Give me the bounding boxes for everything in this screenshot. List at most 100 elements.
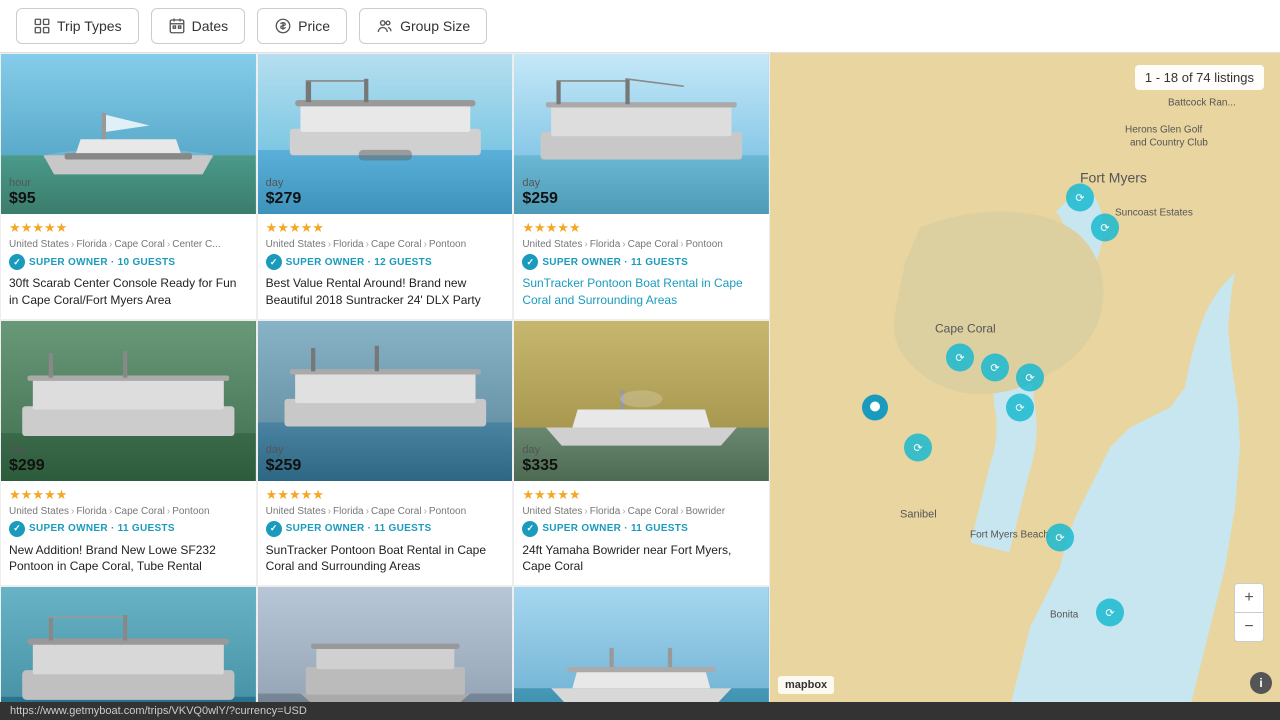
toolbar: Trip Types Dates Price Group Size	[0, 0, 1280, 53]
svg-text:⟳: ⟳	[955, 353, 964, 365]
price-2: $279	[266, 190, 302, 208]
listing-title-1: 30ft Scarab Center Console Ready for Fun…	[9, 275, 248, 309]
svg-text:⟳: ⟳	[1075, 193, 1084, 205]
listing-info-1: ★★★★★ United States›Florida›Cape Coral›C…	[1, 214, 256, 319]
owner-text-4: SUPER OWNER · 11 GUESTS	[29, 523, 175, 534]
map-zoom-controls: + −	[1234, 583, 1264, 642]
svg-text:and Country Club: and Country Club	[1130, 138, 1208, 149]
dates-icon	[168, 17, 186, 35]
listing-info-6: ★★★★★ United States›Florida›Cape Coral›B…	[514, 481, 769, 586]
listing-card-8[interactable]: week $1,750 ★★★★★ United States›Florida›…	[257, 586, 514, 702]
listing-image-8	[258, 587, 513, 702]
owner-badge-4: ✓ SUPER OWNER · 11 GUESTS	[9, 521, 248, 537]
breadcrumb-1: United States›Florida›Cape Coral›Center …	[9, 239, 248, 250]
period-2: day	[266, 177, 302, 189]
listing-image-7	[1, 587, 256, 702]
breadcrumb-2: United States›Florida›Cape Coral›Pontoon	[266, 239, 505, 250]
price-button[interactable]: Price	[257, 8, 347, 44]
map-panel[interactable]: Fort Myers Cape Coral Sanibel Fort Myers…	[770, 53, 1280, 702]
mapbox-logo: mapbox	[778, 676, 834, 694]
group-size-label: Group Size	[400, 18, 470, 34]
listing-card-6[interactable]: day $335 ★★★★★ United States›Florida›Cap…	[513, 320, 770, 587]
group-size-icon	[376, 17, 394, 35]
listing-card-1[interactable]: hour $95 ★★★★★ United States›Florida›Cap…	[0, 53, 257, 320]
listing-card-7[interactable]: day $259 ★★★★★ United States›Florida›Cap…	[0, 586, 257, 702]
listing-info-3: ★★★★★ United States›Florida›Cape Coral›P…	[514, 214, 769, 319]
owner-icon-1: ✓	[9, 254, 25, 270]
price-overlay-2: day $279	[258, 171, 310, 214]
listing-info-4: ★★★★★ United States›Florida›Cape Coral›P…	[1, 481, 256, 586]
map-info-button[interactable]: i	[1250, 672, 1272, 694]
svg-text:Sanibel: Sanibel	[900, 509, 937, 521]
group-size-button[interactable]: Group Size	[359, 8, 487, 44]
owner-badge-1: ✓ SUPER OWNER · 10 GUESTS	[9, 254, 248, 270]
svg-text:Fort Myers Beach: Fort Myers Beach	[970, 530, 1049, 541]
price-overlay-4: day $299	[1, 438, 53, 481]
breadcrumb-5: United States›Florida›Cape Coral›Pontoon	[266, 506, 505, 517]
trip-types-button[interactable]: Trip Types	[16, 8, 139, 44]
listing-card-3[interactable]: day $259 ★★★★★ United States›Florida›Cap…	[513, 53, 770, 320]
period-6: day	[522, 444, 558, 456]
listing-card-9[interactable]: hour $75 ★★★★★ United States›Florida›Cap…	[513, 586, 770, 702]
listing-card-2[interactable]: day $279 ★★★★★ United States›Florida›Cap…	[257, 53, 514, 320]
svg-text:⟳: ⟳	[1055, 533, 1064, 545]
listing-image-9	[514, 587, 769, 702]
price-5: $259	[266, 457, 302, 475]
owner-badge-6: ✓ SUPER OWNER · 11 GUESTS	[522, 521, 761, 537]
period-3: day	[522, 177, 558, 189]
stars-3: ★★★★★	[522, 220, 761, 236]
period-5: day	[266, 444, 302, 456]
breadcrumb-3: United States›Florida›Cape Coral›Pontoon	[522, 239, 761, 250]
dates-button[interactable]: Dates	[151, 8, 246, 44]
svg-text:Cape Coral: Cape Coral	[935, 322, 996, 336]
owner-icon-5: ✓	[266, 521, 282, 537]
price-1: $95	[9, 190, 36, 208]
breadcrumb-4: United States›Florida›Cape Coral›Pontoon	[9, 506, 248, 517]
price-overlay-3: day $259	[514, 171, 566, 214]
map-svg: Fort Myers Cape Coral Sanibel Fort Myers…	[770, 53, 1280, 702]
owner-icon-4: ✓	[9, 521, 25, 537]
svg-text:Battcock Ran...: Battcock Ran...	[1168, 98, 1236, 109]
trip-types-label: Trip Types	[57, 18, 122, 34]
status-bar: https://www.getmyboat.com/trips/VKVQ0wlY…	[0, 702, 1280, 720]
owner-text-5: SUPER OWNER · 11 GUESTS	[286, 523, 432, 534]
zoom-out-button[interactable]: −	[1235, 613, 1263, 641]
stars-4: ★★★★★	[9, 487, 248, 503]
price-4: $299	[9, 457, 45, 475]
stars-2: ★★★★★	[266, 220, 505, 236]
listing-title-6: 24ft Yamaha Bowrider near Fort Myers, Ca…	[522, 542, 761, 576]
owner-icon-3: ✓	[522, 254, 538, 270]
owner-badge-5: ✓ SUPER OWNER · 11 GUESTS	[266, 521, 505, 537]
status-url: https://www.getmyboat.com/trips/VKVQ0wlY…	[10, 705, 307, 717]
owner-icon-6: ✓	[522, 521, 538, 537]
svg-text:Bonita: Bonita	[1050, 610, 1079, 621]
owner-text-2: SUPER OWNER · 12 GUESTS	[286, 257, 432, 268]
listing-card-5[interactable]: day $259 ★★★★★ United States›Florida›Cap…	[257, 320, 514, 587]
price-6: $335	[522, 457, 558, 475]
owner-badge-3: ✓ SUPER OWNER · 11 GUESTS	[522, 254, 761, 270]
dates-label: Dates	[192, 18, 229, 34]
svg-text:Suncoast Estates: Suncoast Estates	[1115, 208, 1193, 219]
svg-text:⟳: ⟳	[1105, 608, 1114, 620]
svg-text:⟳: ⟳	[913, 443, 922, 455]
zoom-in-button[interactable]: +	[1235, 584, 1263, 612]
svg-text:Herons Glen Golf: Herons Glen Golf	[1125, 125, 1202, 136]
map-counter: 1 - 18 of 74 listings	[1135, 65, 1264, 90]
map-background: Fort Myers Cape Coral Sanibel Fort Myers…	[770, 53, 1280, 702]
price-overlay-6: day $335	[514, 438, 566, 481]
listing-title-2: Best Value Rental Around! Brand new Beau…	[266, 275, 505, 309]
stars-5: ★★★★★	[266, 487, 505, 503]
price-label: Price	[298, 18, 330, 34]
owner-text-3: SUPER OWNER · 11 GUESTS	[542, 257, 688, 268]
listings-grid: hour $95 ★★★★★ United States›Florida›Cap…	[0, 53, 770, 702]
breadcrumb-6: United States›Florida›Cape Coral›Bowride…	[522, 506, 761, 517]
stars-1: ★★★★★	[9, 220, 248, 236]
owner-text-6: SUPER OWNER · 11 GUESTS	[542, 523, 688, 534]
trip-types-icon	[33, 17, 51, 35]
period-4: day	[9, 444, 45, 456]
listing-card-4[interactable]: day $299 ★★★★★ United States›Florida›Cap…	[0, 320, 257, 587]
price-icon	[274, 17, 292, 35]
listings-panel: hour $95 ★★★★★ United States›Florida›Cap…	[0, 53, 770, 702]
main-content: hour $95 ★★★★★ United States›Florida›Cap…	[0, 53, 1280, 702]
svg-text:⟳: ⟳	[1025, 373, 1034, 385]
